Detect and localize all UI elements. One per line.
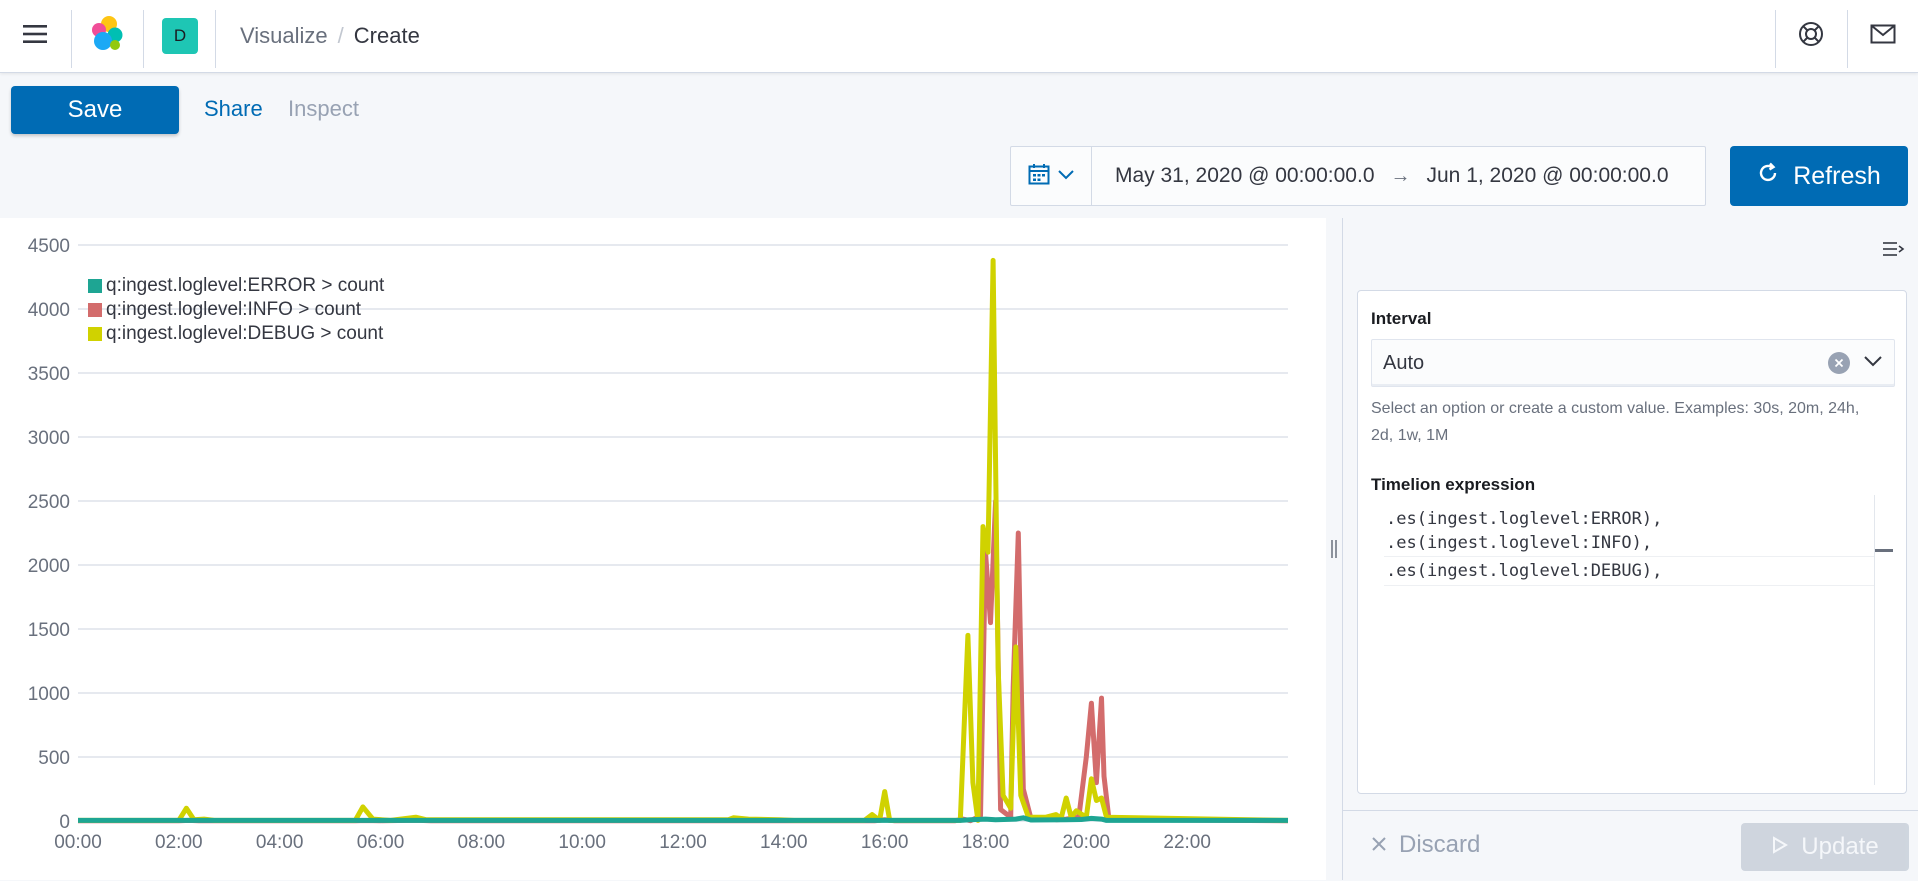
home-logo-link[interactable]	[72, 0, 142, 72]
timelion-options-panel: Interval Auto Select an option or create…	[1357, 290, 1907, 794]
legend-item[interactable]: q:ingest.loglevel:DEBUG > count	[88, 322, 384, 346]
y-tick-label: 2000	[28, 556, 70, 577]
inspect-link[interactable]: Inspect	[288, 96, 359, 122]
menu-button[interactable]	[0, 0, 70, 72]
x-tick-label: 12:00	[659, 832, 707, 853]
x-tick-label: 20:00	[1063, 832, 1111, 853]
x-tick-label: 00:00	[54, 832, 102, 853]
code-line[interactable]: .es(ingest.loglevel:INFO),	[1386, 533, 1652, 553]
breadcrumb-separator: /	[337, 23, 344, 48]
legend-swatch	[88, 303, 102, 317]
kibana-cluster-logo-icon	[87, 15, 127, 58]
legend-label: q:ingest.loglevel:DEBUG > count	[106, 323, 384, 344]
quick-select-button[interactable]	[1011, 147, 1092, 205]
save-button[interactable]: Save	[11, 86, 179, 134]
editor-scrollbar[interactable]	[1874, 495, 1893, 785]
range-arrow-icon: →	[1390, 164, 1411, 187]
hamburger-menu-icon	[22, 23, 48, 50]
series-line-info	[78, 498, 1289, 824]
scrollbar-marker	[1875, 549, 1893, 552]
breadcrumb-current: Create	[353, 23, 420, 48]
breadcrumb: Visualize / Create	[240, 0, 420, 72]
header-divider	[215, 10, 216, 68]
clear-icon[interactable]	[1828, 352, 1850, 374]
editor-sidebar: Interval Auto Select an option or create…	[1342, 218, 1918, 881]
close-icon	[1371, 831, 1387, 859]
timelion-chart: 0 500 1000 1500 2000 2500 3000 3500 4000 4500 00:0…	[0, 218, 1326, 880]
play-icon	[1771, 833, 1789, 861]
share-link[interactable]: Share	[204, 96, 263, 122]
x-tick-label: 08:00	[458, 832, 506, 853]
date-picker: May 31, 2020 @ 00:00:00.0 → Jun 1, 2020 …	[1010, 146, 1706, 206]
x-tick-label: 02:00	[155, 832, 203, 853]
update-label: Update	[1801, 833, 1879, 860]
y-tick-label: 500	[38, 748, 70, 769]
y-tick-label: 1000	[28, 684, 70, 705]
update-button[interactable]: Update	[1741, 823, 1909, 871]
y-tick-label: 3000	[28, 428, 70, 449]
expression-code-editor[interactable]: .es(ingest.loglevel:ERROR), .es(ingest.l…	[1371, 495, 1893, 785]
menu-right-icon	[1882, 240, 1906, 263]
code-line[interactable]: .es(ingest.loglevel:DEBUG),	[1386, 561, 1662, 581]
space-avatar: D	[162, 18, 198, 54]
chevron-down-icon	[1058, 167, 1074, 185]
app-header: D Visualize / Create	[0, 0, 1918, 73]
x-tick-label: 18:00	[962, 832, 1010, 853]
refresh-label: Refresh	[1793, 161, 1881, 190]
interval-help-text: Select an option or create a custom valu…	[1371, 400, 1860, 444]
series-line-error	[78, 815, 1288, 823]
legend-label: q:ingest.loglevel:INFO > count	[106, 299, 362, 320]
y-tick-label: 3500	[28, 364, 70, 385]
panel-resize-handle[interactable]	[1326, 218, 1342, 880]
y-tick-label: 2500	[28, 492, 70, 513]
refresh-icon	[1757, 162, 1779, 191]
x-tick-label: 14:00	[760, 832, 808, 853]
x-tick-label: 06:00	[357, 832, 405, 853]
legend-item[interactable]: q:ingest.loglevel:ERROR > count	[88, 274, 384, 298]
discard-button[interactable]: Discard	[1371, 831, 1480, 859]
y-tick-label: 4500	[28, 236, 70, 257]
chevron-down-icon[interactable]	[1864, 354, 1882, 372]
lifebuoy-icon	[1798, 21, 1824, 52]
x-tick-label: 10:00	[558, 832, 606, 853]
breadcrumb-visualize-link[interactable]: Visualize	[240, 23, 328, 49]
help-button[interactable]	[1776, 0, 1846, 72]
chart-legend: q:ingest.loglevel:ERROR > count q:ingest.…	[88, 274, 384, 346]
collapse-sidebar-button[interactable]	[1879, 236, 1909, 266]
date-range: May 31, 2020 @ 00:00:00.0 → Jun 1, 2020 …	[1115, 147, 1669, 205]
y-tick-label: 1500	[28, 620, 70, 641]
interval-combobox[interactable]: Auto	[1371, 339, 1895, 387]
news-feed-button[interactable]	[1848, 0, 1918, 72]
x-tick-label: 04:00	[256, 832, 304, 853]
end-date-button[interactable]: Jun 1, 2020 @ 00:00:00.0	[1427, 164, 1669, 188]
discard-label: Discard	[1399, 831, 1481, 858]
refresh-button[interactable]: Refresh	[1730, 146, 1908, 206]
x-tick-label: 22:00	[1163, 832, 1211, 853]
interval-selected-value: Auto	[1383, 352, 1425, 374]
start-date-button[interactable]: May 31, 2020 @ 00:00:00.0	[1115, 164, 1375, 188]
legend-item[interactable]: q:ingest.loglevel:INFO > count	[88, 298, 384, 322]
interval-label: Interval	[1371, 309, 1432, 328]
x-tick-label: 16:00	[861, 832, 909, 853]
y-tick-label: 4000	[28, 300, 70, 321]
code-line[interactable]: .es(ingest.loglevel:ERROR),	[1386, 509, 1662, 529]
editor-bottom-bar: Discard Update	[1343, 810, 1918, 881]
legend-swatch	[88, 279, 102, 293]
calendar-icon	[1028, 163, 1050, 190]
legend-swatch	[88, 327, 102, 341]
legend-label: q:ingest.loglevel:ERROR > count	[106, 275, 385, 296]
expression-label: Timelion expression	[1371, 475, 1536, 494]
space-selector[interactable]: D	[144, 0, 216, 72]
envelope-icon	[1870, 24, 1896, 49]
y-tick-label: 0	[59, 812, 70, 833]
